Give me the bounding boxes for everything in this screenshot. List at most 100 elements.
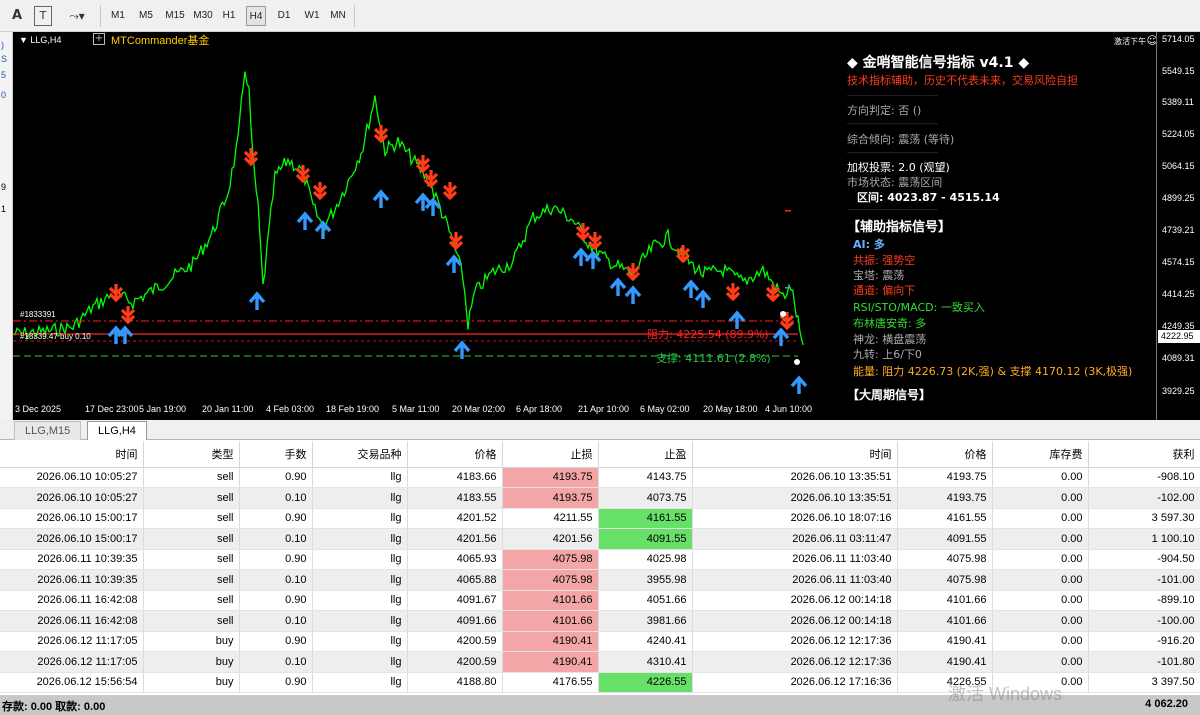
timeframe-h4-button[interactable]: H4 bbox=[246, 6, 266, 26]
table-cell: 2026.06.11 11:03:40 bbox=[692, 569, 898, 591]
panel-separator: ------------------------------------ bbox=[847, 92, 938, 100]
table-header-row: 时间 类型 手数 交易品种 价格 止损 止盈 时间 价格 库存费 获利 bbox=[0, 441, 1200, 468]
price-scale[interactable]: 5714.05 5549.15 5389.11 5224.05 5064.15 4899.… bbox=[1156, 32, 1200, 420]
timeframe-mn-button[interactable]: MN bbox=[328, 6, 348, 26]
market-state: 市场状态: 震荡区间 bbox=[847, 176, 943, 189]
column-header[interactable]: 时间 bbox=[692, 441, 898, 468]
sell-arrow bbox=[675, 245, 691, 264]
weighted-vote: 加权投票: 2.0 (观望) bbox=[847, 161, 950, 174]
table-row[interactable]: 2026.06.12 11:17:05 buy 0.10 llg 4200.59 4190… bbox=[0, 651, 1200, 673]
table-cell: 0.90 bbox=[239, 590, 313, 611]
table-cell: 4190.41 bbox=[897, 631, 993, 652]
symbol-label: LLG,H4 bbox=[30, 35, 62, 45]
column-header[interactable]: 止盈 bbox=[598, 441, 693, 468]
column-header[interactable]: 价格 bbox=[897, 441, 993, 468]
table-cell: 4193.75 bbox=[502, 467, 599, 488]
shapes-icon[interactable]: ⤳▾ bbox=[62, 6, 92, 26]
buy-arrow bbox=[414, 192, 432, 211]
table-cell: sell bbox=[143, 528, 240, 550]
timeframe-m1-button[interactable]: M1 bbox=[108, 6, 128, 26]
left-navigator-strip: ) S 5 0 9 1 bbox=[0, 32, 13, 420]
table-row[interactable]: 2026.06.10 15:00:17 sell 0.90 llg 4201.52 421… bbox=[0, 508, 1200, 529]
table-cell: 0.00 bbox=[992, 487, 1089, 509]
big-cycle-header: 【大周期信号】 bbox=[847, 388, 932, 402]
strip-mark: 1 bbox=[1, 204, 7, 214]
buy-arrow bbox=[445, 254, 463, 273]
price-chart[interactable]: ▼ LLG,H4 + MTCommander基金 激活下午 ☺ #1833391… bbox=[13, 32, 1200, 420]
timeframe-m30-button[interactable]: M30 bbox=[191, 6, 215, 26]
column-header[interactable]: 止损 bbox=[502, 441, 599, 468]
table-row[interactable]: 2026.06.11 10:39:35 sell 0.10 llg 4065.88 407… bbox=[0, 569, 1200, 591]
table-cell: 4200.59 bbox=[407, 651, 503, 673]
table-row[interactable]: 2026.06.11 10:39:35 sell 0.90 llg 4065.93 407… bbox=[0, 549, 1200, 570]
time-tick-label: 20 May 18:00 bbox=[703, 404, 758, 414]
indicator-panel: ◆ 金哨智能信号指标 v4.1 ◆ 技术指标辅助，历史不代表未来，交易风险自担 … bbox=[847, 50, 1132, 420]
time-tick-label: 5 Jan 19:00 bbox=[139, 404, 187, 414]
table-cell: 0.90 bbox=[239, 508, 313, 529]
table-cell: llg bbox=[312, 508, 408, 529]
timeframe-h1-button[interactable]: H1 bbox=[220, 6, 238, 26]
table-cell: 4176.55 bbox=[502, 672, 599, 693]
column-header[interactable]: 手数 bbox=[239, 441, 313, 468]
timeframe-w1-button[interactable]: W1 bbox=[302, 6, 322, 26]
table-cell: 4065.88 bbox=[407, 569, 503, 591]
tab-llg-h4[interactable]: LLG,H4 bbox=[87, 421, 147, 440]
timeframe-m5-button[interactable]: M5 bbox=[136, 6, 156, 26]
table-cell: 4025.98 bbox=[598, 549, 693, 570]
table-cell: sell bbox=[143, 508, 240, 529]
table-cell: 2026.06.11 16:42:08 bbox=[0, 610, 144, 632]
price-tick-label: 4739.21 bbox=[1162, 225, 1195, 235]
column-header[interactable]: 价格 bbox=[407, 441, 503, 468]
tab-llg-m15[interactable]: LLG,M15 bbox=[14, 421, 82, 440]
table-row[interactable]: 2026.06.10 15:00:17 sell 0.10 llg 4201.56 420… bbox=[0, 528, 1200, 550]
price-range: 区间: 4023.87 - 4515.14 bbox=[857, 191, 1000, 204]
table-cell: 2026.06.10 13:35:51 bbox=[692, 467, 898, 488]
column-header[interactable]: 类型 bbox=[143, 441, 240, 468]
column-header[interactable]: 时间 bbox=[0, 441, 144, 468]
column-header[interactable]: 库存费 bbox=[992, 441, 1089, 468]
table-cell: llg bbox=[312, 631, 408, 652]
price-tick-label: 4089.31 bbox=[1162, 353, 1195, 363]
table-cell: -916.20 bbox=[1088, 631, 1200, 652]
column-header[interactable]: 获利 bbox=[1088, 441, 1200, 468]
table-cell: 4183.55 bbox=[407, 487, 503, 509]
channel-signal: 通道: 偏向下 bbox=[853, 284, 916, 297]
table-row[interactable]: 2026.06.10 10:05:27 sell 0.10 llg 4183.55 419… bbox=[0, 487, 1200, 509]
timeframe-m15-button[interactable]: M15 bbox=[163, 6, 187, 26]
table-row[interactable]: 2026.06.11 16:42:08 sell 0.10 llg 4091.66 410… bbox=[0, 610, 1200, 632]
buy-arrow bbox=[694, 289, 712, 308]
ai-signal: AI: 多 bbox=[853, 238, 885, 251]
baota-signal: 宝塔: 震荡 bbox=[853, 269, 905, 282]
table-cell: 2026.06.12 15:56:54 bbox=[0, 672, 144, 693]
buy-arrow bbox=[314, 220, 332, 239]
price-tick-label: 4414.25 bbox=[1162, 289, 1195, 299]
price-tick-label: 5389.11 bbox=[1162, 97, 1194, 107]
table-row[interactable]: 2026.06.12 11:17:05 buy 0.90 llg 4200.59 4190… bbox=[0, 631, 1200, 652]
jiuzhuan-signal: 九转: 上6/下0 bbox=[853, 348, 922, 361]
text-label-icon[interactable]: T bbox=[34, 6, 52, 26]
expert-advisor-icon[interactable]: + bbox=[93, 33, 105, 45]
table-cell: 0.00 bbox=[992, 549, 1089, 570]
table-cell: -100.00 bbox=[1088, 610, 1200, 632]
table-cell: 4161.55 bbox=[598, 508, 693, 529]
timeframe-d1-button[interactable]: D1 bbox=[274, 6, 294, 26]
table-row[interactable]: 2026.06.10 10:05:27 sell 0.90 llg 4183.66 419… bbox=[0, 467, 1200, 488]
table-cell: 1 100.10 bbox=[1088, 528, 1200, 550]
deposit-withdraw-summary: 存款: 0.00 取款: 0.00 bbox=[2, 701, 106, 713]
column-header[interactable]: 交易品种 bbox=[312, 441, 408, 468]
table-cell: 4073.75 bbox=[598, 487, 693, 509]
table-row[interactable]: 2026.06.11 16:42:08 sell 0.90 llg 4091.67 410… bbox=[0, 590, 1200, 611]
table-cell: 2026.06.10 10:05:27 bbox=[0, 467, 144, 488]
table-cell: buy bbox=[143, 672, 240, 693]
total-profit: 4 062.20 bbox=[1145, 698, 1188, 710]
price-tick-label: 4899.25 bbox=[1162, 193, 1195, 203]
text-A-icon[interactable]: A bbox=[8, 6, 26, 26]
table-cell: llg bbox=[312, 651, 408, 673]
energy-signal: 能量: 阻力 4226.73 (2K,强) & 支撑 4170.12 (3K,极… bbox=[853, 365, 1133, 378]
price-tick-label: 5064.15 bbox=[1162, 161, 1195, 171]
order-label: #18339.47 buy 0.10 bbox=[20, 332, 91, 341]
sell-arrow bbox=[442, 182, 458, 201]
composite-tendency: 综合倾向: 震荡 (等待) bbox=[847, 133, 955, 146]
strip-mark: S bbox=[1, 54, 8, 64]
trade-marker bbox=[794, 359, 800, 365]
